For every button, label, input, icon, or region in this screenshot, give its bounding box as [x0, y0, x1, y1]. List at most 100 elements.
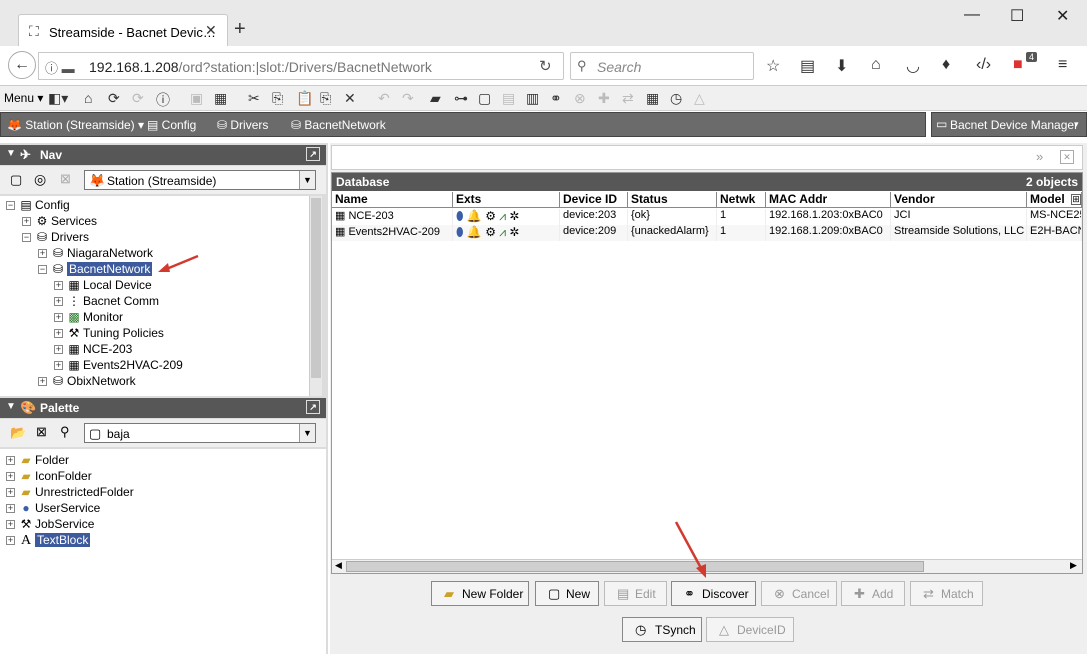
nav-scroll-thumb[interactable] — [311, 198, 321, 378]
maximize-pane-icon[interactable]: ↗ — [306, 147, 320, 161]
search-input[interactable]: ⚲ Search — [570, 52, 754, 80]
link-tool-icon[interactable]: ⊶ — [454, 90, 468, 107]
collapse-icon[interactable]: ▼ — [6, 401, 16, 412]
palette-item-folder[interactable]: + ▰ Folder — [6, 453, 69, 469]
monitor-icon: ▩ — [68, 310, 80, 324]
home-station-icon[interactable]: ⌂ — [84, 90, 92, 106]
copy-icon[interactable]: ⎘ — [272, 90, 283, 107]
clock-tool-icon[interactable]: ◷ — [670, 90, 682, 107]
close-nav-icon: ⊠ — [60, 171, 71, 186]
tree-item-tuning-policies[interactable]: + ⚒ Tuning Policies — [54, 326, 164, 342]
table-scroll-thumb[interactable] — [346, 561, 924, 572]
info-circle-icon[interactable]: ⓘ — [156, 90, 170, 110]
new-tool-icon[interactable]: ▢ — [478, 90, 491, 107]
tree-item-services[interactable]: + ⚙ Services — [22, 214, 97, 230]
open-palette-icon[interactable]: 📂 — [10, 425, 26, 441]
palette-item-jobservice[interactable]: + ⚒ JobService — [6, 517, 94, 533]
home-icon[interactable]: ⌂ — [871, 56, 881, 74]
scroll-left-icon[interactable]: ◀ — [335, 560, 342, 571]
collapse-icon[interactable]: ▼ — [6, 148, 16, 159]
locator-network[interactable]: ⛁ BacnetNetwork — [291, 118, 386, 132]
new-tab-icon[interactable]: + — [234, 18, 246, 41]
save-all-icon[interactable]: ▦ — [214, 90, 227, 107]
reload-icon[interactable]: ↻ — [539, 57, 552, 75]
maximize-icon[interactable]: ☐ — [1010, 6, 1024, 26]
download-icon[interactable]: ⬇ — [835, 56, 848, 76]
tree-item-nce-203[interactable]: + ▦ NCE-203 — [54, 342, 132, 358]
locator-station[interactable]: 🦊 Station (Streamside) ▾ — [7, 118, 144, 132]
paste-special-icon[interactable]: ⎘ — [320, 90, 331, 107]
table-row[interactable]: ▦ NCE-203 ⬮ 🔔 ⚙ ⩘ ✲ device:203 {ok} 1 19… — [332, 209, 1082, 225]
refresh-icon[interactable]: ⟳ — [108, 90, 120, 107]
column-header-device-id[interactable]: Device ID — [560, 192, 628, 208]
column-header-status[interactable]: Status — [628, 192, 717, 208]
tree-item-config[interactable]: − ▤ Config — [6, 198, 70, 214]
discover-tool-icon[interactable]: ⚭ — [550, 90, 562, 107]
browser-tab[interactable]: ⛶ Streamside - Bacnet Devic… ✕ — [18, 14, 228, 48]
hamburger-menu-icon[interactable]: ≡ — [1058, 56, 1067, 74]
column-header-exts[interactable]: Exts — [453, 192, 560, 208]
chevron-down-icon[interactable]: ▼ — [299, 171, 315, 189]
column-header-name[interactable]: Name — [332, 192, 453, 208]
double-chevron-icon[interactable]: » — [1036, 149, 1043, 164]
url-text[interactable]: 192.168.1.208/ord?station:|slot:/Drivers… — [89, 59, 432, 75]
view-selector[interactable]: ▭ Bacnet Device Manager ▾ — [931, 112, 1087, 137]
column-header-vendor[interactable]: Vendor — [891, 192, 1027, 208]
delete-icon[interactable]: ✕ — [344, 90, 356, 107]
new-folder-tool-icon[interactable]: ▰ — [430, 90, 441, 107]
new-folder-button[interactable]: ▰ New Folder — [431, 581, 529, 606]
minimize-icon[interactable]: — — [964, 6, 980, 24]
cancel-tool-icon: ⊗ — [574, 90, 586, 106]
tree-item-bacnet-comm[interactable]: + ⋮ Bacnet Comm — [54, 294, 159, 310]
locator-config[interactable]: ▤ Config — [147, 118, 196, 132]
cell-name: ▦ NCE-203 — [332, 209, 453, 225]
new-button[interactable]: ▢ New — [535, 581, 599, 606]
tree-item-bacnetnetwork[interactable]: − ⛁ BacnetNetwork — [38, 262, 153, 278]
close-pane-icon[interactable]: ✕ — [1060, 150, 1074, 164]
addon-icon[interactable]: ■ — [1013, 56, 1023, 74]
reading-list-icon[interactable]: ▤ — [800, 56, 815, 76]
tree-item-monitor[interactable]: + ▩ Monitor — [54, 310, 123, 326]
url-bar[interactable]: ⓘ ▬ 192.168.1.208/ord?station:|slot:/Dri… — [38, 52, 564, 80]
tree-item-drivers[interactable]: − ⛁ Drivers — [22, 230, 89, 246]
column-chooser-icon[interactable]: ⊞ — [1071, 194, 1081, 205]
locator-drivers[interactable]: ⛁ Drivers — [217, 118, 268, 132]
find-icon[interactable]: ⚲ — [60, 424, 70, 440]
paste-icon[interactable]: 📋 — [296, 90, 313, 107]
tree-item-obixnetwork[interactable]: + ⛁ ObixNetwork — [38, 374, 136, 390]
palette-combo[interactable]: ▢ baja ▼ — [84, 423, 316, 443]
tree-item-events2hvac-209[interactable]: + ▦ Events2HVAC-209 — [54, 358, 183, 374]
tree-item-niagaranetwork[interactable]: + ⛁ NiagaraNetwork — [38, 246, 153, 262]
table-row[interactable]: ▦ Events2HVAC-209 ⬮ 🔔 ⚙ ⩘ ✲ device:209 {… — [332, 225, 1082, 241]
bookmark-star-icon[interactable]: ☆ — [766, 56, 780, 76]
extension-icon[interactable]: ♦ — [942, 56, 950, 74]
info-icon[interactable]: ⓘ ▬ — [45, 58, 75, 77]
target-icon[interactable]: ◎ — [34, 171, 46, 188]
side-bar-icon[interactable]: ◧▾ — [48, 90, 68, 107]
close-palette-icon[interactable]: ⊠ — [36, 424, 47, 440]
maximize-pane-icon[interactable]: ↗ — [306, 400, 320, 414]
open-icon[interactable]: ▢ — [10, 172, 22, 188]
station-combo[interactable]: 🦊 Station (Streamside) ▼ — [84, 170, 316, 190]
palette-item-iconfolder[interactable]: + ▰ IconFolder — [6, 469, 92, 485]
menu-button[interactable]: Menu ▾ — [4, 91, 43, 105]
scroll-right-icon[interactable]: ▶ — [1070, 560, 1077, 571]
tsynch-button[interactable]: ◷ TSynch — [622, 617, 702, 642]
palette-item-unrestrictedfolder[interactable]: + ▰ UnrestrictedFolder — [6, 485, 134, 501]
column-header-netwk[interactable]: Netwk — [717, 192, 766, 208]
table-tool-icon[interactable]: ▥ — [526, 90, 539, 107]
window-close-icon[interactable]: ✕ — [1056, 6, 1069, 26]
palette-item-userservice[interactable]: + ● UserService — [6, 501, 100, 517]
chevron-down-icon[interactable]: ▼ — [299, 424, 315, 442]
pocket-icon[interactable]: ◡ — [906, 56, 920, 76]
nav-scrollbar[interactable] — [309, 196, 322, 396]
palette-item-textblock[interactable]: + A TextBlock — [6, 533, 91, 549]
cut-icon[interactable]: ✂ — [248, 90, 260, 107]
discover-button[interactable]: ⚭ Discover — [671, 581, 756, 606]
column-header-mac-addr[interactable]: MAC Addr — [766, 192, 891, 208]
sync-tool-icon[interactable]: ▦ — [646, 90, 659, 107]
back-arrow-icon[interactable]: ← — [8, 51, 36, 79]
tab-close-icon[interactable]: ✕ — [205, 22, 217, 39]
tree-item-local-device[interactable]: + ▦ Local Device — [54, 278, 152, 294]
developer-icon[interactable]: ‹/› — [976, 56, 991, 74]
